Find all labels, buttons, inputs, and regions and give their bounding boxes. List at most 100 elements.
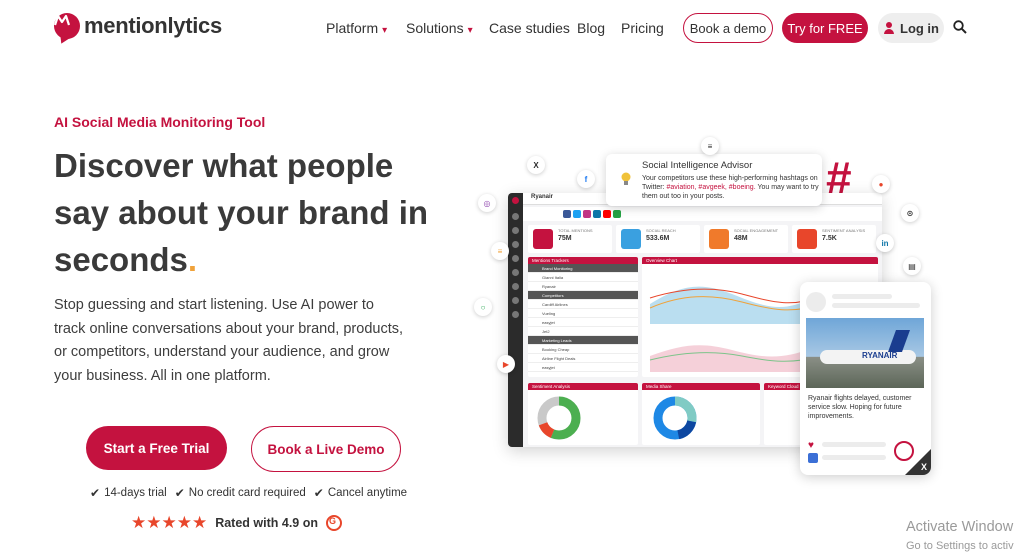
login-label: Log in: [900, 20, 939, 36]
sentiment-donut-graphic: [537, 396, 581, 440]
news-icon: ▤: [903, 257, 921, 275]
login-button[interactable]: Log in: [878, 13, 944, 43]
nav-item-platform[interactable]: Platform ▾: [326, 20, 387, 36]
reddit-icon: ●: [872, 175, 890, 193]
facebook-icon: f: [577, 170, 595, 188]
headline-dot: .: [187, 241, 198, 278]
stat-card: SOCIAL REACH 533.6M: [616, 225, 700, 253]
windows-activation-watermark: Activate Window Go to Settings to activ: [906, 518, 1014, 556]
tracker-row: Marketing Leads: [542, 338, 572, 343]
brand-name: mentionlytics: [84, 13, 222, 38]
start-free-trial-button[interactable]: Start a Free Trial: [86, 426, 227, 470]
stat-label: SOCIAL REACH: [646, 228, 676, 233]
x-platform-icon: X: [920, 462, 927, 472]
advisor-card: Social Intelligence Advisor Your competi…: [606, 154, 822, 206]
dashboard-filter-bar: [523, 207, 882, 221]
book-demo-button[interactable]: Book a demo: [683, 13, 773, 43]
rating-row: ★★★★★ Rated with 4.9 on G: [131, 513, 342, 533]
brand-logo[interactable]: mentionlytics: [53, 13, 222, 39]
check-icon: ✔: [313, 486, 324, 500]
perk-item: ✔ 14-days trial: [90, 486, 167, 500]
lightbulb-icon: [621, 172, 631, 185]
advisor-hashtags: #aviation, #avgeek, #boeing.: [666, 184, 756, 191]
linkedin-icon: in: [876, 234, 894, 252]
document-icon: ≡: [491, 242, 509, 260]
sentiment-panel: Sentiment Analysis: [528, 383, 638, 445]
check-icon: ✔: [90, 486, 101, 500]
panel-title: Mentions Trackers: [528, 257, 638, 264]
panel-title: Overview Chart: [642, 257, 878, 264]
chat-icon: ○: [474, 298, 492, 316]
tracker-row: Booking Cheap: [542, 347, 570, 352]
stat-value: 7.5K: [822, 235, 837, 242]
trackers-panel: Mentions Trackers Brand Monitoring Giann…: [528, 257, 638, 377]
top-navigation: mentionlytics Platform ▾ Solutions ▾ Case …: [0, 0, 1024, 56]
perks-list: ✔ 14-days trial ✔ No credit card required …: [90, 486, 407, 500]
watermark-subtitle: Go to Settings to activ: [906, 540, 1014, 552]
hero-eyebrow: AI Social Media Monitoring Tool: [54, 114, 266, 130]
x-icon: X: [527, 156, 545, 174]
book-live-demo-button[interactable]: Book a Live Demo: [251, 426, 401, 472]
avatar: [806, 292, 826, 312]
sad-face-icon: [894, 441, 914, 461]
hashtag-graphic: #: [826, 152, 852, 204]
stat-card: TOTAL MENTIONS 75M: [528, 225, 612, 253]
tracker-row: Competitors: [542, 293, 564, 298]
social-post-card: RYANAIR Ryanair flights delayed, custome…: [800, 282, 931, 475]
heart-icon: ♥: [808, 440, 814, 451]
stat-card: SENTIMENT ANALYSIS 7.5K: [792, 225, 876, 253]
dashboard-sidebar: [508, 193, 523, 447]
check-icon: ✔: [174, 486, 185, 500]
nav-item-label: Platform: [326, 20, 379, 36]
user-icon: [883, 22, 895, 34]
post-photo: RYANAIR: [806, 318, 924, 388]
tracker-row: Brand Monitoring: [542, 266, 573, 271]
stat-value: 48M: [734, 235, 748, 242]
chevron-down-icon: ▾: [467, 25, 473, 36]
tracker-row: Vueling: [542, 311, 556, 316]
stat-value: 75M: [558, 235, 572, 242]
thumbs-up-icon: [808, 453, 818, 463]
search-icon[interactable]: [953, 20, 967, 34]
perk-label: Cancel anytime: [327, 487, 408, 499]
logo-mark-icon: [53, 13, 80, 39]
nav-item-solutions[interactable]: Solutions ▾: [406, 20, 473, 36]
nav-item-label: Solutions: [406, 20, 464, 36]
tracker-row: easyjet: [542, 365, 555, 370]
tracker-row: Gianni Italia: [542, 275, 564, 280]
hero-headline: Discover what people say about your bran…: [54, 142, 434, 283]
tracker-row: Cardiff Airlines: [542, 302, 568, 307]
tracker-row: Airline Flight Deals: [542, 356, 576, 361]
perk-item: ✔ No credit card required: [175, 486, 306, 500]
perk-label: 14-days trial: [104, 487, 167, 499]
instagram-icon: ◎: [478, 194, 496, 212]
panel-title: Media Share: [642, 383, 760, 390]
stat-label: SOCIAL ENGAGEMENT: [734, 228, 779, 233]
tracker-row: Jet2: [542, 329, 550, 334]
nav-item-blog[interactable]: Blog: [577, 20, 605, 36]
stat-label: SENTIMENT ANALYSIS: [822, 228, 866, 233]
tracker-row: easyjet: [542, 320, 555, 325]
compass-icon: ⊙: [901, 204, 919, 222]
advisor-body: Your competitors use these high-performi…: [642, 174, 820, 201]
feed-icon: ≡: [701, 137, 719, 155]
panel-title: Sentiment Analysis: [528, 383, 638, 390]
hero-description: Stop guessing and start listening. Use A…: [54, 297, 404, 384]
perk-label: No credit card required: [188, 487, 306, 499]
g2-icon[interactable]: G: [326, 515, 342, 531]
post-text: Ryanair flights delayed, customer servic…: [808, 395, 912, 420]
plane-livery-text: RYANAIR: [862, 351, 898, 360]
youtube-icon: ▶: [497, 355, 515, 373]
nav-item-pricing[interactable]: Pricing: [621, 20, 664, 36]
star-rating-icon: ★★★★★: [131, 513, 208, 532]
watermark-title: Activate Window: [906, 519, 1014, 535]
media-donut-graphic: [653, 396, 697, 440]
stat-label: TOTAL MENTIONS: [558, 228, 593, 233]
media-share-panel: Media Share: [642, 383, 760, 445]
headline-text: Discover what people say about your bran…: [54, 147, 429, 278]
tracker-row: Ryanair: [542, 284, 556, 289]
rating-text: Rated with 4.9 on: [215, 516, 318, 530]
nav-item-case-studies[interactable]: Case studies: [489, 20, 570, 36]
dashboard-brand: Ryanair: [531, 194, 554, 200]
try-free-button[interactable]: Try for FREE: [782, 13, 868, 43]
